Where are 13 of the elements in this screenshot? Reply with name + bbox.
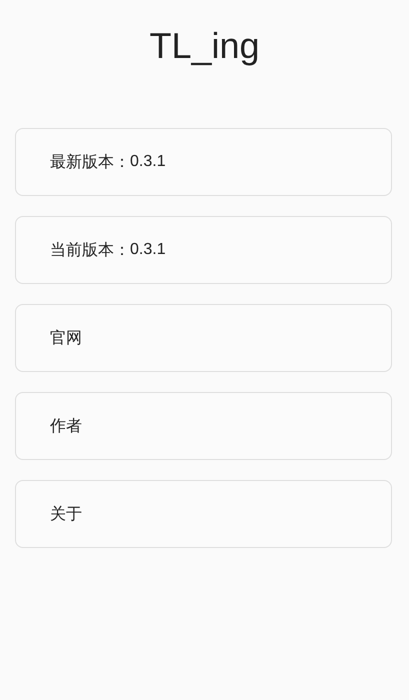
app-title: TL_ing [149,24,260,68]
list-item[interactable]: 官网 [15,304,392,372]
item-value: 0.3.1 [130,241,166,259]
item-value: 0.3.1 [130,153,166,171]
item-label: 关于 [50,504,82,524]
list-item[interactable]: 最新版本：0.3.1 [15,128,392,196]
list-item[interactable]: 当前版本：0.3.1 [15,216,392,284]
item-label: 作者 [50,416,82,436]
item-label: 当前版本： [50,240,130,260]
item-label: 官网 [50,328,82,348]
list-item[interactable]: 关于 [15,480,392,548]
list-item[interactable]: 作者 [15,392,392,460]
item-label: 最新版本： [50,152,130,172]
